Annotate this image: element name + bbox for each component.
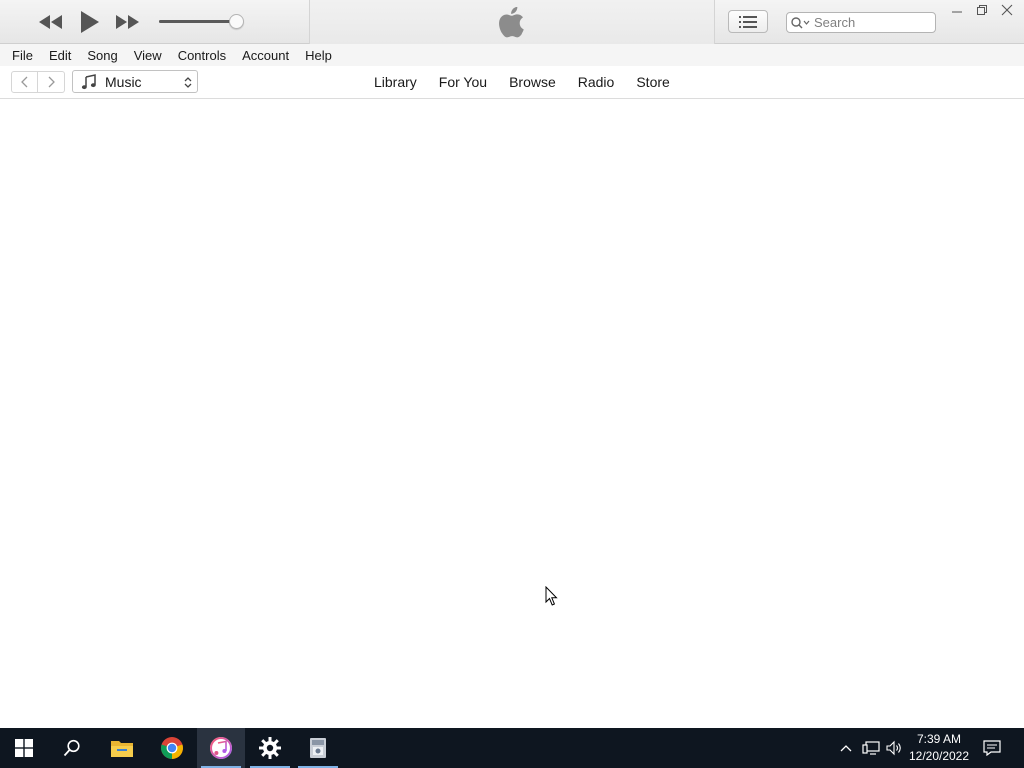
taskbar-settings[interactable]: [246, 728, 294, 768]
back-button[interactable]: [11, 71, 38, 93]
media-source-label: Music: [105, 73, 142, 90]
tab-library[interactable]: Library: [374, 74, 417, 90]
music-note-icon: [81, 73, 96, 89]
tab-for-you[interactable]: For You: [439, 74, 487, 90]
volume-tray-button[interactable]: [884, 728, 906, 768]
restore-button[interactable]: [969, 0, 995, 20]
updown-chevron-icon: [184, 77, 192, 88]
apple-logo-icon: [499, 6, 524, 37]
speaker-icon: [886, 740, 901, 756]
play-button[interactable]: [76, 10, 102, 34]
tab-browse[interactable]: Browse: [509, 74, 556, 90]
fast-forward-icon: [116, 15, 139, 29]
windows-taskbar: 7:39 AM 12/20/2022: [0, 728, 1024, 768]
close-button[interactable]: [994, 0, 1020, 20]
search-icon: [791, 16, 810, 28]
chevron-right-icon: [48, 76, 55, 88]
search-icon: [63, 739, 80, 757]
clock-time: 7:39 AM: [916, 732, 962, 746]
action-center-button[interactable]: [980, 728, 1004, 768]
media-source-selector[interactable]: Music: [72, 70, 198, 93]
installer-icon: [310, 738, 326, 758]
rewind-button[interactable]: [36, 10, 66, 34]
mouse-cursor-icon: [545, 586, 558, 606]
forward-button[interactable]: [38, 71, 65, 93]
network-tray-button[interactable]: [860, 728, 882, 768]
close-icon: [1001, 4, 1013, 16]
menu-controls[interactable]: Controls: [170, 46, 234, 65]
chrome-icon: [161, 737, 183, 759]
fast-forward-button[interactable]: [112, 10, 142, 34]
play-icon: [81, 11, 99, 33]
volume-slider-fill: [159, 20, 237, 23]
taskbar-clock[interactable]: 7:39 AM 12/20/2022: [906, 731, 972, 765]
now-playing-display: [309, 0, 715, 44]
rewind-icon: [39, 15, 62, 29]
volume-slider-track[interactable]: [159, 20, 237, 23]
start-button[interactable]: [0, 728, 48, 768]
network-icon: [862, 741, 880, 755]
taskbar-itunes[interactable]: [197, 728, 245, 768]
chevron-left-icon: [20, 76, 27, 88]
menu-account[interactable]: Account: [234, 46, 297, 65]
menu-help[interactable]: Help: [297, 46, 340, 65]
tab-store[interactable]: Store: [636, 74, 669, 90]
taskbar-search-button[interactable]: [48, 728, 96, 768]
navigation-bar: Music Library For You Browse Radio Store: [0, 66, 1024, 99]
clock-date: 12/20/2022: [908, 749, 970, 763]
show-hidden-icons-button[interactable]: [836, 728, 856, 768]
minimize-button[interactable]: [944, 0, 970, 20]
menu-file[interactable]: File: [4, 46, 41, 65]
up-next-list-button[interactable]: [728, 10, 768, 33]
file-explorer-icon: [111, 741, 133, 757]
minimize-icon: [952, 11, 962, 13]
section-tabs: Library For You Browse Radio Store: [374, 66, 692, 98]
settings-icon: [259, 737, 281, 759]
taskbar-chrome[interactable]: [148, 728, 196, 768]
itunes-icon: [210, 737, 232, 759]
search-box[interactable]: [786, 12, 936, 33]
menu-bar: File Edit Song View Controls Account Hel…: [0, 44, 1024, 66]
restore-icon: [977, 5, 987, 15]
menu-song[interactable]: Song: [79, 46, 125, 65]
notification-icon: [983, 740, 1001, 756]
taskbar-file-explorer[interactable]: [98, 728, 146, 768]
player-bar: [0, 0, 1024, 44]
menu-edit[interactable]: Edit: [41, 46, 79, 65]
start-icon: [15, 739, 33, 757]
volume-slider-knob[interactable]: [229, 14, 244, 29]
list-icon: [739, 15, 757, 28]
menu-view[interactable]: View: [126, 46, 170, 65]
chevron-up-icon: [840, 745, 852, 752]
search-input[interactable]: [814, 15, 924, 30]
taskbar-installer[interactable]: [294, 728, 342, 768]
tab-radio[interactable]: Radio: [578, 74, 615, 90]
main-content-area: [0, 99, 1024, 728]
